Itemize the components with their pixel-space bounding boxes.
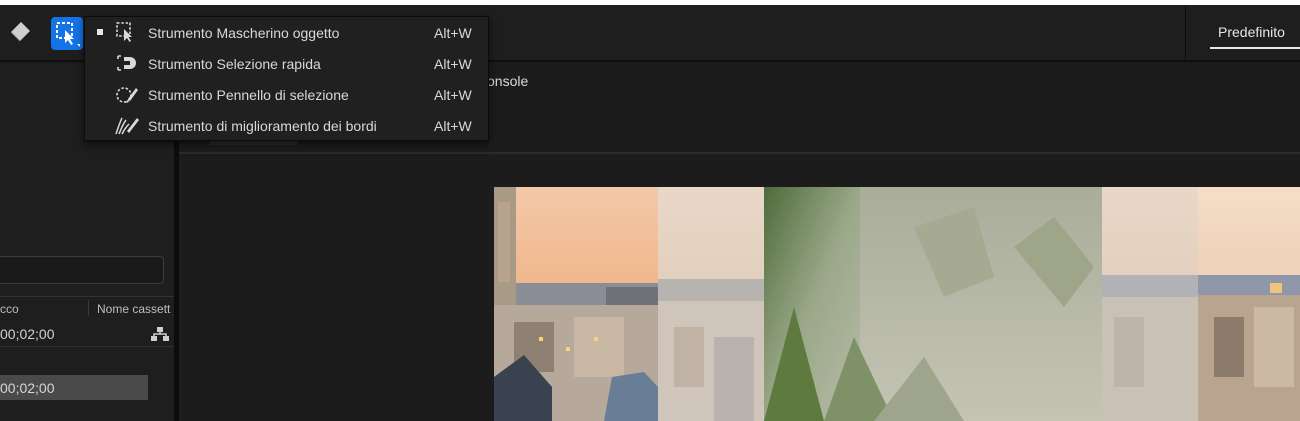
menu-item-shortcut: Alt+W xyxy=(434,118,472,134)
search-input[interactable] xyxy=(0,256,164,284)
object-mask-tool-button[interactable] xyxy=(51,17,83,50)
menu-item-shortcut: Alt+W xyxy=(434,56,472,72)
row-divider xyxy=(0,346,174,347)
menu-item-object-mask-tool[interactable]: Strumento Mascherino oggetto Alt+W xyxy=(85,17,488,48)
menu-item-shortcut: Alt+W xyxy=(434,25,472,41)
menu-item-quick-selection-tool[interactable]: Strumento Selezione rapida Alt+W xyxy=(85,48,488,79)
menu-item-refine-edge-tool[interactable]: Strumento di miglioramento dei bordi Alt… xyxy=(85,110,488,141)
hierarchy-icon[interactable] xyxy=(150,326,170,342)
object-mask-tool-icon xyxy=(56,22,80,47)
menu-item-label: Strumento Pennello di selezione xyxy=(148,87,349,103)
column-header-tape-name[interactable]: Nome cassett xyxy=(97,302,174,316)
menu-item-label: Strumento Selezione rapida xyxy=(148,56,321,72)
column-separator[interactable] xyxy=(88,300,89,316)
column-header-start[interactable]: cco xyxy=(0,302,19,316)
menu-item-selection-brush-tool[interactable]: Strumento Pennello di selezione Alt+W xyxy=(85,79,488,110)
selected-timecode-value: 00;02;00 xyxy=(0,380,55,396)
panel-tab-hint xyxy=(210,141,298,145)
tool-flyout-menu: Strumento Mascherino oggetto Alt+W Strum… xyxy=(84,16,489,141)
workspace-tab-underline xyxy=(1210,47,1300,49)
menu-item-label: Strumento di miglioramento dei bordi xyxy=(148,118,377,134)
timecode-value[interactable]: 00;02;00 xyxy=(0,326,55,342)
quick-selection-tool-icon xyxy=(114,52,140,74)
menu-item-label: Strumento Mascherino oggetto xyxy=(148,25,340,41)
main-divider xyxy=(179,152,1300,154)
checked-indicator xyxy=(97,29,103,35)
menu-item-shortcut: Alt+W xyxy=(434,87,472,103)
refine-edge-tool-icon xyxy=(114,114,140,136)
video-preview[interactable] xyxy=(494,187,1300,421)
workspace-tab-default[interactable]: Predefinito xyxy=(1218,24,1285,40)
column-header-divider xyxy=(0,296,174,297)
console-label: onsole xyxy=(487,73,529,89)
eraser-icon[interactable] xyxy=(8,17,34,43)
selection-brush-tool-icon xyxy=(114,83,140,105)
object-mask-tool-icon xyxy=(114,21,140,43)
toolbar-separator xyxy=(1185,5,1186,62)
